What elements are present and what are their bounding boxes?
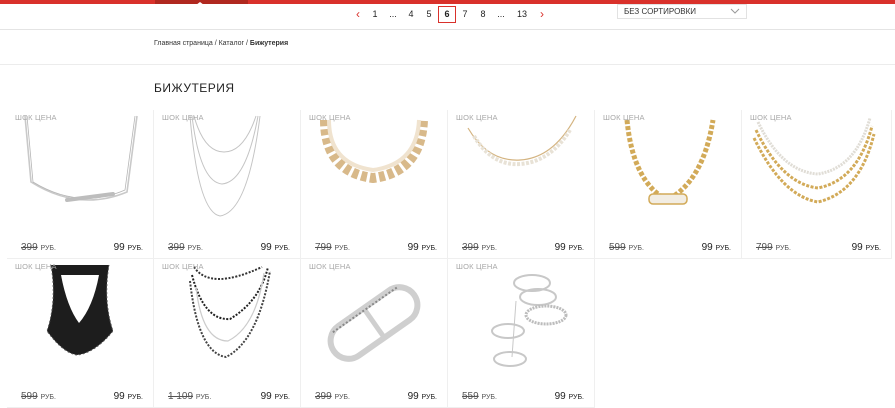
product-card[interactable]: ШОК ЦЕНА 399 РУБ. 99 РУБ. [7, 110, 154, 259]
product-image[interactable] [605, 112, 731, 236]
shock-price-badge: ШОК ЦЕНА [162, 113, 204, 122]
old-price: 799 РУБ. [756, 242, 791, 253]
product-card[interactable]: ШОК ЦЕНА 799 РУБ. 99 РУБ. [742, 110, 892, 259]
shock-price-badge: ШОК ЦЕНА [456, 113, 498, 122]
page-link[interactable]: 5 [420, 6, 438, 23]
shock-price-badge: ШОК ЦЕНА [309, 262, 351, 271]
product-grid: ШОК ЦЕНА 399 РУБ. 99 РУБ. ШОК ЦЕНА 399 Р… [7, 110, 895, 408]
product-card[interactable]: ШОК ЦЕНА 559 РУБ. 99 РУБ. [448, 259, 595, 408]
old-price: 559 РУБ. [462, 391, 497, 402]
product-image[interactable] [458, 261, 584, 385]
old-price: 399 РУБ. [168, 242, 203, 253]
old-price: 399 РУБ. [462, 242, 497, 253]
shock-price-badge: ШОК ЦЕНА [15, 262, 57, 271]
breadcrumb-home[interactable]: Главная страница [154, 40, 213, 47]
product-card[interactable]: ШОК ЦЕНА 399 РУБ. 99 РУБ. [154, 110, 301, 259]
new-price: 99 РУБ. [113, 391, 143, 402]
old-price: 399 РУБ. [21, 242, 56, 253]
new-price: 99 РУБ. [554, 391, 584, 402]
product-image[interactable] [311, 112, 437, 236]
shock-price-badge: ШОК ЦЕНА [309, 113, 351, 122]
page-link[interactable]: 1 [366, 6, 384, 23]
shock-price-badge: ШОК ЦЕНА [15, 113, 57, 122]
new-price: 99 РУБ. [260, 242, 290, 253]
page-link[interactable]: 8 [474, 6, 492, 23]
page-link[interactable]: 7 [456, 6, 474, 23]
page-link[interactable]: 13 [510, 6, 534, 23]
product-card[interactable]: ШОК ЦЕНА 399 РУБ. 99 РУБ. [448, 110, 595, 259]
product-card[interactable]: ШОК ЦЕНА 399 РУБ. 99 РУБ. [301, 259, 448, 408]
product-card[interactable]: ШОК ЦЕНА 599 РУБ. 99 РУБ. [7, 259, 154, 408]
product-image[interactable] [164, 261, 290, 385]
product-image[interactable] [17, 112, 143, 236]
shock-price-badge: ШОК ЦЕНА [603, 113, 645, 122]
shock-price-badge: ШОК ЦЕНА [750, 113, 792, 122]
page-link[interactable]: 4 [402, 6, 420, 23]
page-ellipsis: ... [389, 8, 397, 19]
new-price: 99 РУБ. [113, 242, 143, 253]
next-page-arrow-icon[interactable]: › [534, 6, 550, 23]
breadcrumb-catalog[interactable]: Каталог [219, 40, 244, 47]
chevron-down-icon [730, 5, 740, 21]
pagination: ‹ 1 ... 4 5 6 7 8 ... 13 › [350, 4, 550, 24]
old-price: 1 109 РУБ. [168, 391, 212, 402]
page-ellipsis: ... [497, 8, 505, 19]
breadcrumb: Главная страница / Каталог / Бижутерия [154, 40, 288, 47]
product-card[interactable]: ШОК ЦЕНА 1 109 РУБ. 99 РУБ. [154, 259, 301, 408]
sort-select-label: БЕЗ СОРТИРОВКИ [624, 7, 697, 16]
shock-price-badge: ШОК ЦЕНА [456, 262, 498, 271]
breadcrumb-current: Бижутерия [249, 40, 289, 47]
old-price: 599 РУБ. [21, 391, 56, 402]
product-image[interactable] [17, 261, 143, 385]
product-image[interactable] [752, 112, 878, 236]
pagination-bar: ‹ 1 ... 4 5 6 7 8 ... 13 › БЕЗ СОРТИРОВК… [0, 4, 895, 30]
page-title: БИЖУТЕРИЯ [154, 81, 235, 95]
breadcrumb-bar: Главная страница / Каталог / Бижутерия [0, 31, 895, 65]
old-price: 599 РУБ. [609, 242, 644, 253]
page-link-current[interactable]: 6 [438, 5, 456, 23]
product-card[interactable]: ШОК ЦЕНА 599 РУБ. 99 РУБ. [595, 110, 742, 259]
product-image[interactable] [458, 112, 584, 236]
new-price: 99 РУБ. [260, 391, 290, 402]
product-card[interactable]: ШОК ЦЕНА 799 РУБ. 99 РУБ. [301, 110, 448, 259]
product-image[interactable] [311, 261, 437, 385]
new-price: 99 РУБ. [701, 242, 731, 253]
new-price: 99 РУБ. [407, 242, 437, 253]
old-price: 399 РУБ. [315, 391, 350, 402]
sort-select[interactable]: БЕЗ СОРТИРОВКИ [617, 4, 747, 19]
new-price: 99 РУБ. [407, 391, 437, 402]
shock-price-badge: ШОК ЦЕНА [162, 262, 204, 271]
new-price: 99 РУБ. [554, 242, 584, 253]
new-price: 99 РУБ. [851, 242, 881, 253]
old-price: 799 РУБ. [315, 242, 350, 253]
product-image[interactable] [164, 112, 290, 236]
prev-page-arrow-icon[interactable]: ‹ [350, 6, 366, 23]
